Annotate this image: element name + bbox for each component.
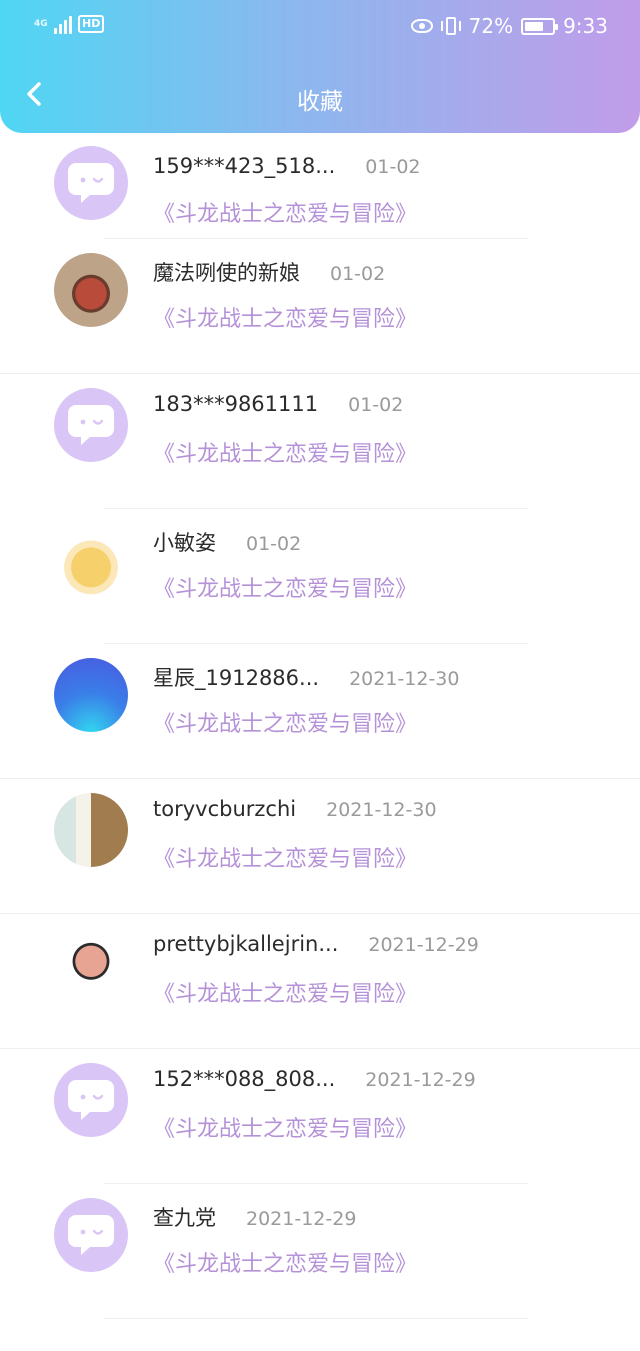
- book-title-link[interactable]: 《斗龙战士之恋爱与冒险》: [153, 301, 417, 333]
- status-bar: 4G HD 72% 9:33: [0, 0, 640, 56]
- battery-percent: 72%: [468, 14, 514, 38]
- vibrate-icon: [440, 16, 461, 36]
- name-row: 小敏姿 01-02: [153, 527, 301, 557]
- username: 小敏姿: [153, 531, 216, 555]
- book-title-link[interactable]: 《斗龙战士之恋爱与冒险》: [153, 706, 417, 738]
- book-title-link[interactable]: 《斗龙战士之恋爱与冒险》: [153, 1111, 417, 1143]
- chat-bubble-icon: [68, 1215, 114, 1255]
- name-row: 183***9861111 01-02: [153, 392, 403, 416]
- user-avatar[interactable]: [54, 523, 128, 597]
- favorite-item[interactable]: 魔法咧使的新娘 01-02 《斗龙战士之恋爱与冒险》: [0, 239, 640, 374]
- username: 魔法咧使的新娘: [153, 261, 300, 285]
- page-title: 收藏: [297, 89, 343, 115]
- user-avatar[interactable]: [54, 1063, 128, 1137]
- chat-bubble-icon: [68, 1080, 114, 1120]
- favorite-item[interactable]: 小敏姿 01-02 《斗龙战士之恋爱与冒险》: [0, 509, 640, 644]
- favorite-date: 2021-12-29: [246, 1208, 357, 1230]
- favorite-item[interactable]: 159***423_518... 01-02 《斗龙战士之恋爱与冒险》: [0, 128, 640, 239]
- username: 159***423_518...: [153, 154, 336, 178]
- user-avatar[interactable]: [54, 146, 128, 220]
- book-title-link[interactable]: 《斗龙战士之恋爱与冒险》: [153, 436, 417, 468]
- name-row: 152***088_808... 2021-12-29: [153, 1067, 476, 1091]
- favorite-item[interactable]: prettybjkallejrin... 2021-12-29 《斗龙战士之恋爱与冒…: [0, 914, 640, 1049]
- name-row: 星辰_1912886... 2021-12-30: [153, 662, 459, 692]
- favorite-date: 01-02: [330, 263, 386, 285]
- divider: [104, 1318, 528, 1319]
- app-header: 4G HD 72% 9:33 收藏: [0, 0, 640, 133]
- username: 183***9861111: [153, 392, 319, 416]
- name-row: prettybjkallejrin... 2021-12-29: [153, 932, 479, 956]
- nav-bar: 收藏: [0, 60, 640, 132]
- name-row: 查九党 2021-12-29: [153, 1202, 356, 1232]
- user-avatar[interactable]: [54, 253, 128, 327]
- user-avatar[interactable]: [54, 793, 128, 867]
- battery-icon: [521, 17, 559, 35]
- favorite-item[interactable]: 星辰_1912886... 2021-12-30 《斗龙战士之恋爱与冒险》: [0, 644, 640, 779]
- hd-badge: HD: [78, 15, 105, 33]
- favorite-date: 2021-12-30: [326, 799, 437, 821]
- user-avatar[interactable]: [54, 658, 128, 732]
- username: toryvcburzchi: [153, 797, 297, 821]
- book-title-link[interactable]: 《斗龙战士之恋爱与冒险》: [153, 196, 417, 228]
- username: 查九党: [153, 1206, 216, 1230]
- book-title-link[interactable]: 《斗龙战士之恋爱与冒险》: [153, 571, 417, 603]
- favorite-date: 2021-12-29: [365, 1069, 476, 1091]
- book-title-link[interactable]: 《斗龙战士之恋爱与冒险》: [153, 841, 417, 873]
- favorite-date: 01-02: [246, 533, 302, 555]
- network-type: 4G: [34, 18, 48, 29]
- chat-bubble-icon: [68, 163, 114, 203]
- clock: 9:33: [563, 14, 608, 38]
- favorite-item[interactable]: toryvcburzchi 2021-12-30 《斗龙战士之恋爱与冒险》: [0, 779, 640, 914]
- book-title-link[interactable]: 《斗龙战士之恋爱与冒险》: [153, 976, 417, 1008]
- username: prettybjkallejrin...: [153, 932, 339, 956]
- signal-icon: [54, 14, 72, 34]
- favorite-date: 2021-12-30: [349, 668, 460, 690]
- name-row: 159***423_518... 01-02: [153, 154, 421, 178]
- chat-bubble-icon: [68, 405, 114, 445]
- battery-fill: [525, 21, 543, 31]
- favorite-date: 01-02: [365, 156, 421, 178]
- favorites-list: 159***423_518... 01-02 《斗龙战士之恋爱与冒险》 魔法咧使的新娘…: [0, 128, 640, 1319]
- favorite-date: 2021-12-29: [368, 934, 479, 956]
- username: 星辰_1912886...: [153, 666, 320, 690]
- user-avatar[interactable]: [54, 928, 128, 1002]
- name-row: 魔法咧使的新娘 01-02: [153, 257, 385, 287]
- name-row: toryvcburzchi 2021-12-30: [153, 797, 437, 821]
- favorite-item[interactable]: 183***9861111 01-02 《斗龙战士之恋爱与冒险》: [0, 374, 640, 509]
- favorite-item[interactable]: 查九党 2021-12-29 《斗龙战士之恋爱与冒险》: [0, 1184, 640, 1319]
- user-avatar[interactable]: [54, 388, 128, 462]
- favorite-date: 01-02: [348, 394, 404, 416]
- favorite-item[interactable]: 152***088_808... 2021-12-29 《斗龙战士之恋爱与冒险》: [0, 1049, 640, 1184]
- user-avatar[interactable]: [54, 1198, 128, 1272]
- book-title-link[interactable]: 《斗龙战士之恋爱与冒险》: [153, 1246, 417, 1278]
- username: 152***088_808...: [153, 1067, 336, 1091]
- eye-icon: [410, 19, 433, 33]
